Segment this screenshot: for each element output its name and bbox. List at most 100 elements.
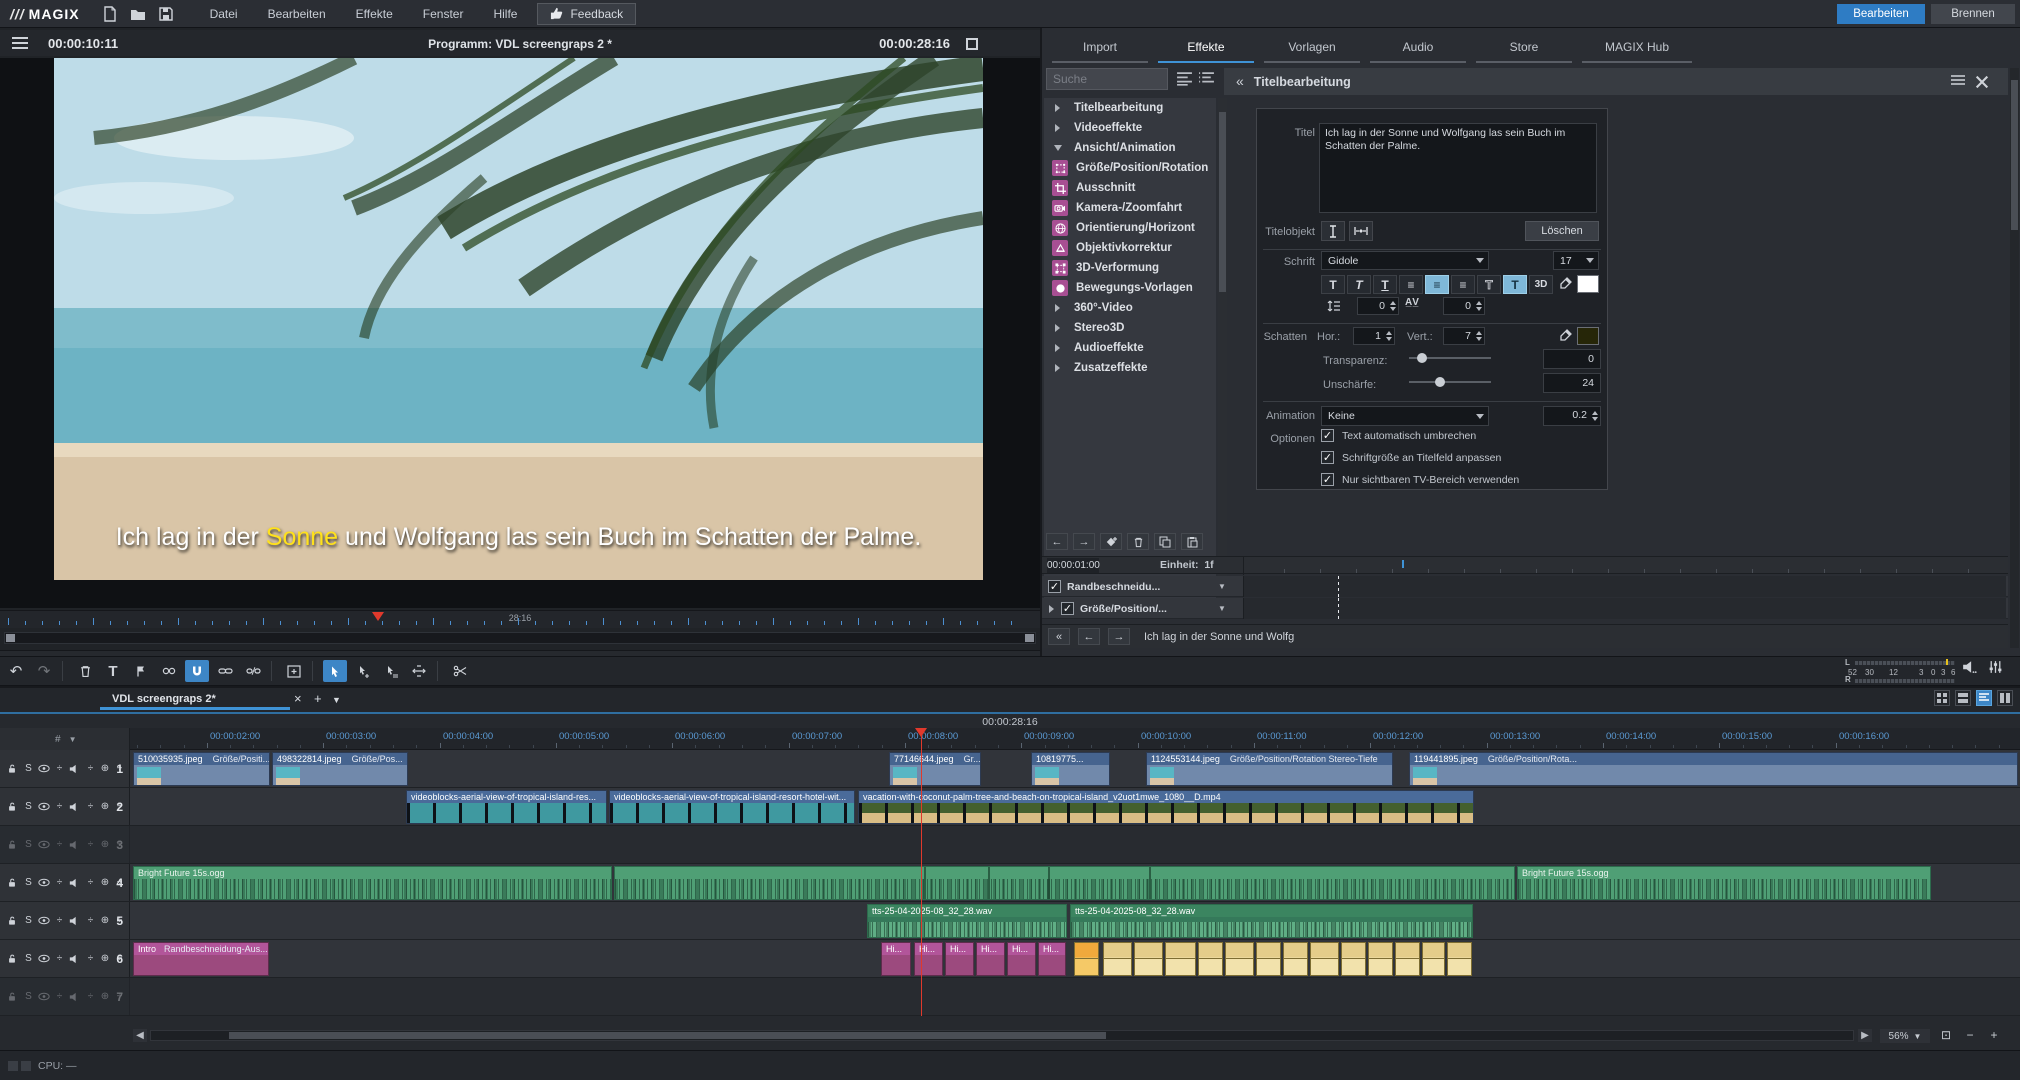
track-transition-toggle[interactable]: ⊕ <box>100 839 110 850</box>
timeline-clip[interactable] <box>1447 942 1472 976</box>
timeline-clip[interactable] <box>1103 942 1132 976</box>
new-file-icon[interactable] <box>102 6 118 22</box>
keyframe-row-dropdown[interactable]: ▼ <box>1204 579 1240 594</box>
checkbox-checked-icon[interactable]: ✓ <box>1321 473 1334 486</box>
single-object-mode-icon[interactable] <box>351 660 375 682</box>
timeline-clip[interactable] <box>1256 942 1281 976</box>
scroll-handle-left[interactable] <box>6 634 15 642</box>
search-objects-icon[interactable] <box>157 660 181 682</box>
timeline-ruler[interactable]: 00:00:02:0000:00:03:0000:00:04:0000:00:0… <box>0 728 2020 750</box>
timeline-clip[interactable]: Hi... <box>976 942 1005 976</box>
fullscreen-icon[interactable] <box>966 38 978 50</box>
track-lane[interactable] <box>130 978 2020 1015</box>
scroll-left-icon[interactable]: ◀ <box>133 1029 147 1042</box>
effects-scrollbar[interactable] <box>1218 98 1227 613</box>
track-solo-toggle[interactable]: S <box>24 953 34 964</box>
mouse-mode-icon[interactable] <box>323 660 347 682</box>
track-visibility-icon[interactable] <box>38 840 50 849</box>
line-spacing-icon[interactable] <box>1327 299 1343 313</box>
track-curve-toggle[interactable]: ÷ <box>55 801 65 812</box>
zoom-level-select[interactable]: 56%▼ <box>1880 1029 1930 1043</box>
shadow-color-picker-icon[interactable] <box>1559 329 1575 343</box>
zoom-fit-icon[interactable]: ⊡ <box>1938 1029 1954 1043</box>
animation-select[interactable]: Keine <box>1321 406 1489 426</box>
timeline-clip[interactable] <box>1225 942 1254 976</box>
timeline-playhead-marker[interactable] <box>915 728 927 737</box>
timeline-scroll-thumb[interactable] <box>229 1032 1106 1039</box>
track-lock-icon[interactable] <box>7 801 19 812</box>
blur-value[interactable]: 24 <box>1543 373 1601 393</box>
panel-menu-icon[interactable] <box>1950 74 1966 88</box>
title-text-input[interactable]: Ich lag in der Sonne und Wolfgang las se… <box>1319 123 1597 213</box>
prev-object-button[interactable]: ← <box>1078 628 1100 645</box>
next-object-button[interactable]: → <box>1108 628 1130 645</box>
timeline-clip[interactable]: vacation-with-coconut-palm-tree-and-beac… <box>858 790 1474 824</box>
italic-button[interactable]: T <box>1347 275 1371 294</box>
delete-title-button[interactable]: Löschen <box>1525 221 1599 241</box>
track-visibility-icon[interactable] <box>38 992 50 1001</box>
timeline-clip[interactable]: tts-25-04-2025-08_32_28.wav <box>867 904 1067 938</box>
effects-item[interactable]: Zusatzeffekte <box>1044 358 1216 378</box>
menu-hilfe[interactable]: Hilfe <box>481 3 529 25</box>
preview-scrollbar[interactable] <box>4 632 1036 644</box>
timeline-clip[interactable] <box>1422 942 1445 976</box>
link-objects-icon[interactable] <box>213 660 237 682</box>
storyboard-view-icon[interactable] <box>1934 690 1950 706</box>
panel-scrollbar[interactable] <box>2010 68 2019 648</box>
redo-button[interactable]: ↷ <box>32 660 56 682</box>
search-input[interactable] <box>1046 68 1168 90</box>
menu-bearbeiten[interactable]: Bearbeiten <box>256 3 338 25</box>
track-transition-toggle[interactable]: ⊕ <box>100 991 110 1002</box>
scroll-right-icon[interactable]: ▶ <box>1858 1029 1872 1042</box>
timeline-clip[interactable]: Bright Future 15s.ogg <box>133 866 612 900</box>
threed-button[interactable]: 3D <box>1529 275 1553 294</box>
timeline-clip[interactable] <box>1341 942 1366 976</box>
timeline-clip[interactable]: 77146644.jpegGr... <box>889 752 981 786</box>
effects-item[interactable]: Videoeffekte <box>1044 118 1216 138</box>
snap-magnet-icon[interactable] <box>185 660 209 682</box>
close-project-icon[interactable]: × <box>294 691 302 706</box>
keyframe-row-dropdown[interactable]: ▼ <box>1204 601 1240 616</box>
track-transition-toggle[interactable]: ⊕ <box>100 801 110 812</box>
track-visibility-icon[interactable] <box>38 916 50 925</box>
transparency-slider[interactable] <box>1409 353 1491 363</box>
edit-mode-button[interactable]: Bearbeiten <box>1837 4 1925 24</box>
transparency-value[interactable]: 0 <box>1543 349 1601 369</box>
menu-effekte[interactable]: Effekte <box>344 3 405 25</box>
copy-keyframe-icon[interactable] <box>1154 533 1176 550</box>
save-icon[interactable] <box>158 6 174 22</box>
keyframe-row-checkbox[interactable]: ✓ <box>1061 602 1074 615</box>
tab-magix-hub[interactable]: MAGIX Hub <box>1582 34 1692 63</box>
track-visibility-icon[interactable] <box>38 954 50 963</box>
align-left-button[interactable]: ≡ <box>1399 275 1423 294</box>
open-folder-icon[interactable] <box>130 6 146 22</box>
back-icon[interactable]: « <box>1236 73 1244 89</box>
timeline-clip[interactable] <box>614 866 1515 900</box>
track-solo-toggle[interactable]: S <box>24 763 34 774</box>
track-lock-icon[interactable] <box>7 991 19 1002</box>
effects-item[interactable]: Orientierung/Horizont <box>1044 218 1216 238</box>
collapse-panel-button[interactable]: « <box>1048 628 1070 645</box>
track-transition-toggle[interactable]: ⊕ <box>100 763 110 774</box>
timeline-clip[interactable] <box>1165 942 1196 976</box>
effects-item[interactable]: Stereo3D <box>1044 318 1216 338</box>
effects-item[interactable]: Ansicht/Animation <box>1044 138 1216 158</box>
checkbox-checked-icon[interactable]: ✓ <box>1321 451 1334 464</box>
track-curve-toggle[interactable]: ÷ <box>55 953 65 964</box>
keyframe-timecode[interactable]: 00:00:01:00 <box>1047 558 1099 573</box>
timeline-clip[interactable]: Hi... <box>1007 942 1036 976</box>
text-cursor-tool-button[interactable] <box>1321 221 1345 241</box>
effects-item[interactable]: 3D-Verformung <box>1044 258 1216 278</box>
timeline-clip[interactable]: 510035935.jpegGröße/Positi... <box>133 752 270 786</box>
panel-close-icon[interactable] <box>1974 74 1990 88</box>
option-1[interactable]: ✓Text automatisch umbrechen <box>1321 429 1476 442</box>
track-volume-curve-toggle[interactable]: ÷ <box>86 763 96 774</box>
track-dropdown-icon[interactable]: ▼ <box>69 735 77 744</box>
undo-button[interactable]: ↶ <box>4 660 28 682</box>
text-color-picker-icon[interactable] <box>1559 277 1575 291</box>
track-transition-toggle[interactable]: ⊕ <box>100 877 110 888</box>
option-2[interactable]: ✓Schriftgröße an Titelfeld anpassen <box>1321 451 1501 464</box>
keyframe-row-checkbox[interactable]: ✓ <box>1048 580 1061 593</box>
sort-list-icon[interactable] <box>1176 71 1193 87</box>
track-lock-icon[interactable] <box>7 953 19 964</box>
